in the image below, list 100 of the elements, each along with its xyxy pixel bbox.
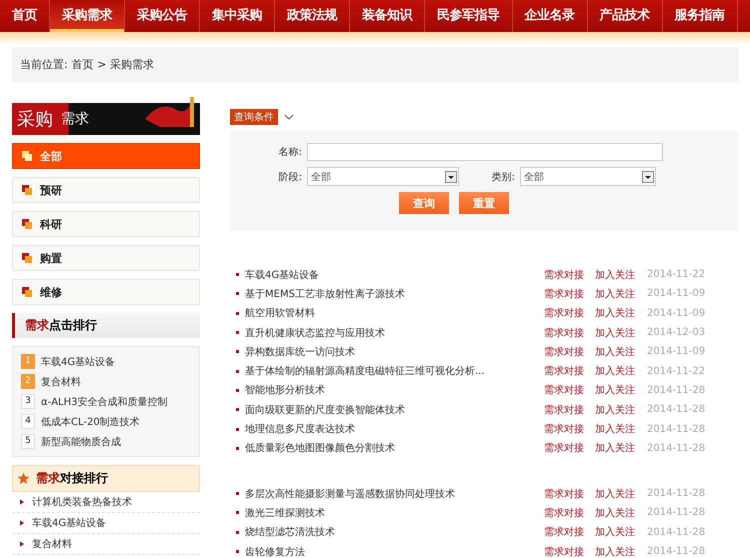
match-link[interactable]: 需求对接	[544, 525, 595, 540]
date-text: 2014-12-03	[647, 327, 706, 338]
match-link[interactable]: 需求对接	[544, 506, 595, 520]
banner-subtitle: 需求	[61, 110, 89, 128]
match-link[interactable]: 需求对接	[544, 326, 595, 340]
stage-dropdown[interactable]: 全部	[307, 167, 459, 186]
ranking-link[interactable]: 低成本CL-20制造技术	[41, 414, 140, 428]
date-text: 2014-11-28	[647, 546, 706, 557]
date-text: 2014-11-28	[647, 442, 706, 454]
match-link[interactable]: 需求对接	[544, 344, 595, 359]
match-link[interactable]: 需求对接	[544, 486, 595, 501]
bullet-icon	[236, 312, 239, 315]
bullet-icon	[236, 492, 239, 496]
requirement-link[interactable]: 直升机健康状态监控与应用技术	[245, 326, 544, 340]
rank-number: 4	[21, 414, 35, 429]
rank-number: 1	[21, 354, 35, 369]
ranking-title: 需求点击排行	[25, 317, 97, 334]
ranking-link[interactable]: 计算机类装备热备技术	[32, 495, 132, 509]
ranking-link[interactable]: 车载4G基站设备	[41, 354, 116, 368]
requirement-link[interactable]: 航空用软管材料	[245, 306, 544, 320]
follow-link[interactable]: 加入关注	[595, 422, 647, 436]
follow-link[interactable]: 加入关注	[595, 383, 647, 398]
date-text: 2014-11-28	[647, 404, 706, 416]
match-link[interactable]: 需求对接	[544, 422, 595, 436]
requirement-link[interactable]: 低质量彩色地图图像颜色分割技术	[245, 441, 544, 456]
bullet-icon	[236, 273, 239, 276]
follow-link[interactable]: 加入关注	[595, 286, 647, 301]
date-text: 2014-11-22	[647, 269, 706, 280]
requirement-link[interactable]: 基于MEMS工艺非放射性离子源技术	[245, 286, 544, 301]
follow-link[interactable]: 加入关注	[595, 506, 647, 520]
bullet-icon	[236, 292, 239, 296]
triangle-bullet-icon	[20, 520, 24, 526]
requirement-link[interactable]: 车载4G基站设备	[245, 268, 544, 282]
match-link[interactable]: 需求对接	[544, 268, 595, 282]
category-item[interactable]: 科研	[12, 211, 200, 237]
follow-link[interactable]: 加入关注	[595, 268, 647, 282]
follow-link[interactable]: 加入关注	[595, 306, 647, 320]
requirement-link[interactable]: 齿轮修复方法	[245, 544, 544, 558]
requirement-link[interactable]: 多层次高性能摄影测量与遥感数据协同处理技术	[245, 486, 544, 501]
rank-number: 5	[21, 434, 35, 449]
requirement-link[interactable]: 激光三维探测技术	[245, 506, 544, 520]
rank-number: 2	[21, 374, 35, 389]
match-link[interactable]: 需求对接	[544, 441, 595, 456]
squares-icon	[22, 253, 32, 263]
field-label: 类别:	[490, 170, 516, 184]
squares-icon	[22, 219, 32, 229]
field-label: 阶段:	[278, 170, 303, 184]
ranking-link[interactable]: 车载4G基站设备	[32, 516, 106, 530]
follow-link[interactable]: 加入关注	[595, 441, 647, 456]
ranking-link[interactable]: 复合材料	[32, 537, 72, 551]
field-label: 名称:	[278, 146, 303, 159]
follow-link[interactable]: 加入关注	[595, 326, 647, 340]
triangle-bullet-icon	[20, 499, 24, 505]
follow-link[interactable]: 加入关注	[595, 525, 647, 540]
follow-link[interactable]: 加入关注	[595, 344, 647, 359]
type-dropdown[interactable]: 全部	[520, 167, 656, 186]
banner-title: 采购	[17, 108, 53, 131]
requirement-link[interactable]: 面向级联更新的尺度变换智能体技术	[245, 402, 544, 417]
category-item[interactable]: 维修	[12, 279, 200, 305]
ranking-link[interactable]: α-ALH3安全合成和质量控制	[41, 394, 168, 408]
squares-icon	[22, 287, 32, 297]
match-link[interactable]: 需求对接	[544, 383, 595, 398]
match-link[interactable]: 需求对接	[544, 306, 595, 320]
date-text: 2014-11-09	[647, 346, 706, 358]
bullet-icon	[236, 408, 239, 412]
requirement-link[interactable]: 基于体绘制的辐射源高精度电磁特征三维可视化分析...	[245, 364, 544, 378]
bullet-icon	[236, 350, 239, 354]
category-item[interactable]: 购置	[12, 245, 200, 271]
follow-link[interactable]: 加入关注	[595, 402, 647, 417]
bullet-icon	[236, 388, 239, 392]
date-text: 2014-11-28	[647, 384, 706, 396]
requirement-link[interactable]: 智能地形分析技术	[245, 383, 544, 398]
follow-link[interactable]: 加入关注	[595, 486, 647, 501]
follow-link[interactable]: 加入关注	[595, 364, 647, 378]
match-link[interactable]: 需求对接	[544, 364, 595, 378]
ranking-link[interactable]: 复合材料	[41, 374, 81, 388]
requirement-link[interactable]: 异构数据库统一访问技术	[245, 344, 544, 359]
date-text: 2014-11-22	[647, 366, 706, 377]
category-item[interactable]: 预研	[12, 177, 200, 203]
match-link[interactable]: 需求对接	[544, 402, 595, 417]
squares-icon	[22, 185, 32, 195]
query-tag: 查询条件	[230, 109, 278, 125]
date-text: 2014-11-09	[647, 308, 706, 319]
match-link[interactable]: 需求对接	[544, 544, 595, 558]
nav-tab[interactable]: 采购需求	[50, 0, 125, 32]
triangle-bullet-icon	[20, 541, 24, 547]
ranking-title: 需求对接排行	[36, 470, 108, 487]
match-link[interactable]: 需求对接	[544, 286, 595, 301]
requirement-link[interactable]: 地理信息多尺度表达技术	[245, 422, 544, 436]
ranking-link[interactable]: 新型高能物质合成	[41, 434, 121, 448]
follow-link[interactable]: 加入关注	[595, 544, 647, 558]
star-icon	[17, 472, 30, 485]
bullet-icon	[236, 511, 239, 514]
chevron-down-icon[interactable]	[284, 114, 294, 120]
date-text: 2014-11-28	[647, 488, 706, 500]
date-text: 2014-11-28	[647, 526, 706, 538]
breadcrumb-path[interactable]: 首页 > 采购需求	[72, 57, 154, 72]
name-input-field[interactable]	[307, 143, 663, 161]
requirement-link[interactable]: 烧结型滤芯清洗技术	[245, 525, 544, 540]
date-text: 2014-11-28	[647, 424, 706, 435]
